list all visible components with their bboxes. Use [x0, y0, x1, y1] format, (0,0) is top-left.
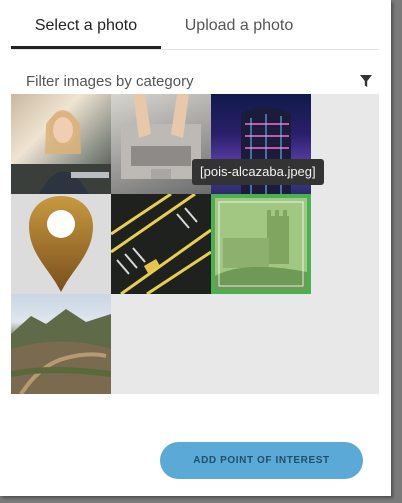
gallery-image-mountain-landscape[interactable] [11, 294, 111, 394]
filter-icon[interactable] [359, 74, 373, 88]
filter-label: Filter images by category [26, 73, 194, 90]
tab-select-photo[interactable]: Select a photo [11, 0, 161, 49]
tab-select-photo-label: Select a photo [34, 17, 138, 34]
tab-upload-photo-label: Upload a photo [184, 17, 294, 34]
image-gallery [11, 94, 379, 394]
photo-mountain-landscape-icon [11, 309, 111, 394]
gallery-image-car-road[interactable] [111, 194, 211, 294]
gallery-image-woman-laptop[interactable] [11, 94, 111, 194]
tab-upload-photo[interactable]: Upload a photo [161, 0, 317, 48]
photo-car-road-aerial-icon [111, 194, 211, 294]
photo-castle-alcazaba-icon [215, 198, 307, 290]
image-tooltip: [pois-alcazaba.jpeg] [192, 159, 324, 185]
location-pin-icon [29, 196, 93, 292]
gallery-image-location-pin[interactable] [11, 194, 111, 294]
photo-tabs: Select a photo Upload a photo [11, 0, 379, 50]
gallery-image-castle-alcazaba[interactable] [211, 194, 311, 294]
active-tab-indicator [11, 46, 161, 49]
photo-picker-panel: Select a photo Upload a photo Filter ima… [0, 0, 391, 496]
add-point-of-interest-button[interactable]: ADD POINT OF INTEREST [160, 442, 363, 479]
photo-woman-laptop-icon [11, 110, 111, 194]
category-filter[interactable]: Filter images by category [11, 66, 379, 94]
